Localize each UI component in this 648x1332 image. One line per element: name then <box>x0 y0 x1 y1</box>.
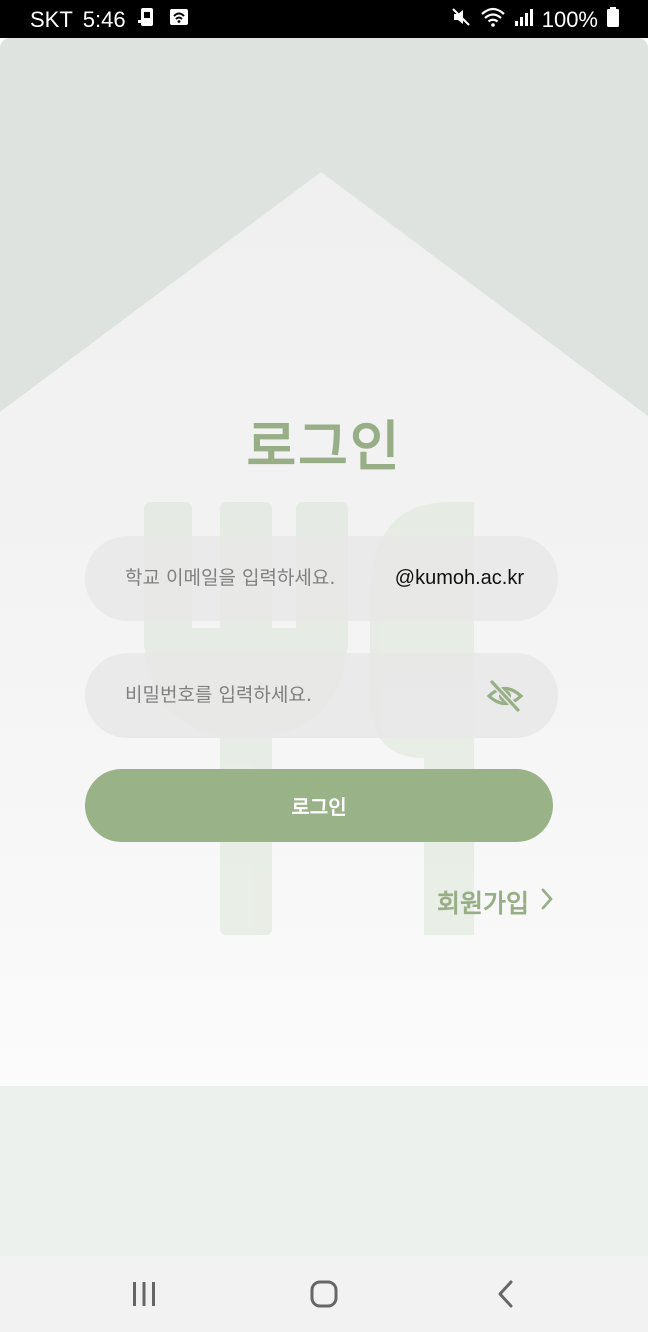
navigation-bar <box>0 1256 648 1332</box>
status-bar: SKT 5:46 100% <box>0 0 648 38</box>
login-button[interactable]: 로그인 <box>85 769 553 842</box>
battery-icon <box>606 6 620 34</box>
email-field[interactable]: 학교 이메일을 입력하세요. @kumoh.ac.kr <box>85 536 558 621</box>
status-left: SKT 5:46 <box>30 6 190 34</box>
background-house-illustration <box>0 38 648 935</box>
wifi-hotspot-icon <box>168 6 190 34</box>
password-field[interactable]: 비밀번호를 입력하세요. <box>85 653 558 738</box>
eye-off-icon[interactable] <box>486 677 524 715</box>
sim-card-icon <box>136 6 158 34</box>
battery-level: 100% <box>541 7 598 32</box>
page-title: 로그인 <box>246 415 402 478</box>
email-placeholder: 학교 이메일을 입력하세요. <box>125 567 336 589</box>
home-icon[interactable] <box>304 1276 344 1312</box>
signup-label: 회원가입 <box>436 889 529 918</box>
wifi-icon <box>480 6 506 34</box>
signal-icon <box>514 6 534 34</box>
login-screen: 로그인 학교 이메일을 입력하세요. @kumoh.ac.kr 비밀번호를 입력… <box>0 38 648 1256</box>
signup-link[interactable]: 회원가입 <box>437 884 555 920</box>
bottom-band <box>0 1086 648 1256</box>
recent-apps-icon[interactable] <box>124 1276 164 1312</box>
status-right: 100% <box>450 6 620 34</box>
chevron-right-icon <box>539 887 555 917</box>
carrier-label: SKT <box>30 7 73 32</box>
email-domain-suffix: @kumoh.ac.kr <box>394 567 524 589</box>
password-placeholder: 비밀번호를 입력하세요. <box>125 684 312 706</box>
back-icon[interactable] <box>486 1276 526 1312</box>
clock: 5:46 <box>82 7 126 32</box>
mute-icon <box>450 6 472 34</box>
login-button-label: 로그인 <box>291 795 347 819</box>
